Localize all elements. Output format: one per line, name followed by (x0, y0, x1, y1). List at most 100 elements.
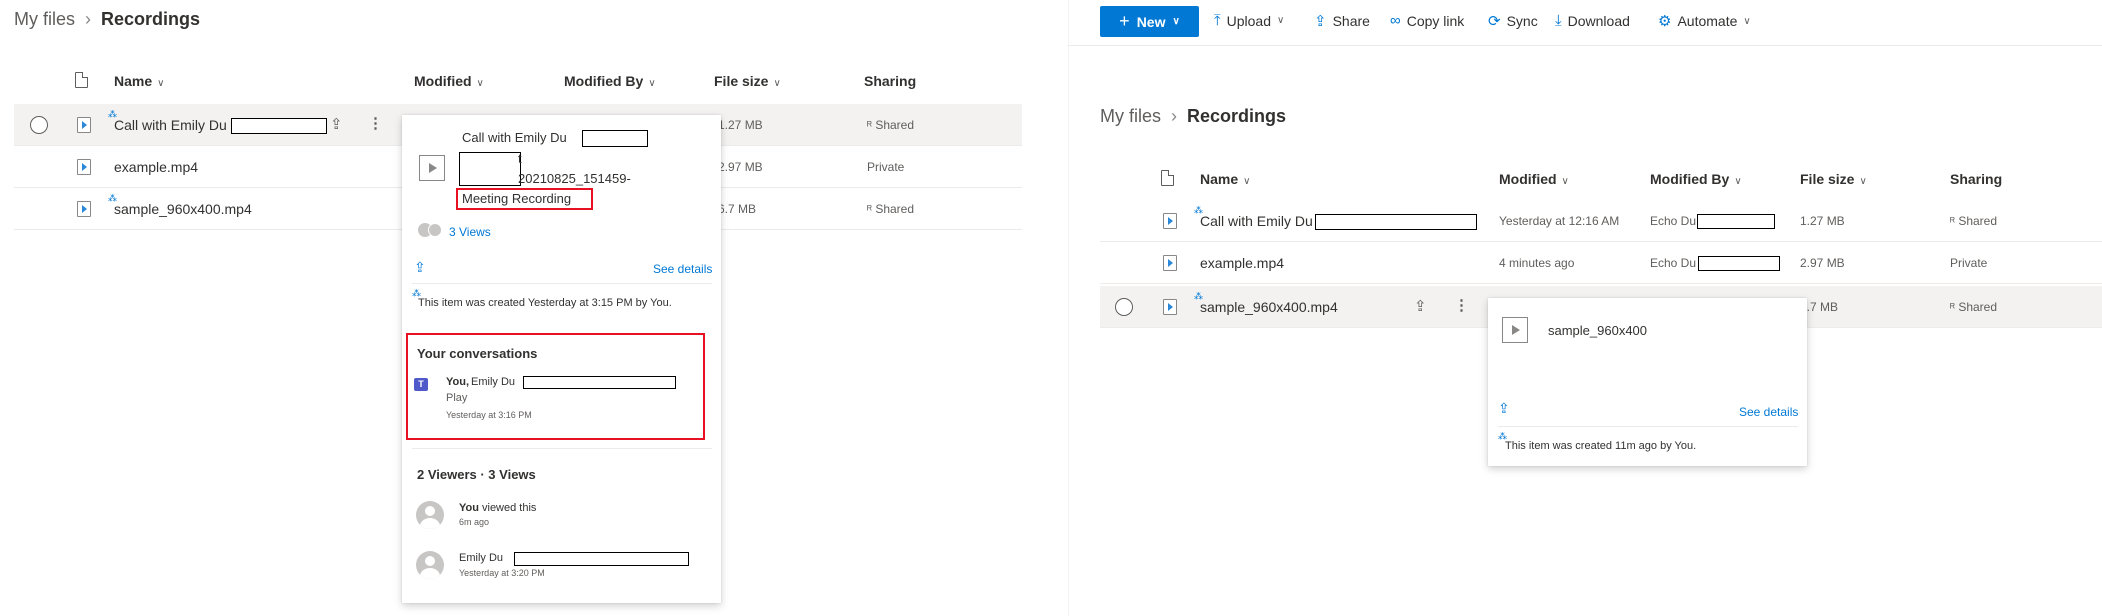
column-header-modified-by[interactable]: Modified By ∨ (564, 73, 656, 89)
file-name[interactable]: Call with Emily Du (114, 117, 227, 133)
column-header-name-label: Name (1200, 171, 1239, 187)
viewer-action: viewed this (482, 502, 537, 514)
card-title-line2: t (518, 151, 522, 166)
breadcrumb-root[interactable]: My files (1100, 106, 1161, 127)
plus-icon: + (1119, 11, 1130, 31)
share-icon[interactable]: ⇪ (1498, 400, 1510, 417)
modified-by: Echo Du (1650, 256, 1697, 270)
modified-date: Yesterday at 12:16 AM (1499, 214, 1620, 228)
column-header-name[interactable]: Name ∨ (1200, 171, 1250, 187)
card-title[interactable]: sample_960x400 (1548, 323, 1647, 338)
avatar (416, 551, 444, 579)
sharing-status-label: Shared (1958, 300, 1998, 314)
column-header-name[interactable]: Name ∨ (114, 73, 164, 89)
chevron-down-icon: ∨ (157, 78, 165, 89)
more-actions-icon[interactable]: ⋮ (368, 114, 383, 132)
table-row[interactable]: ⁂ Call with Emily Du Yesterday at 12:16 … (1100, 200, 2102, 242)
video-file-icon (1163, 299, 1177, 315)
file-name[interactable]: example.mp4 (114, 159, 198, 175)
share-icon[interactable]: ⇪ (330, 115, 343, 133)
avatar (416, 501, 444, 529)
sharing-status: ᴿ Shared (867, 118, 914, 132)
sync-icon: ⟳ (1488, 13, 1501, 30)
column-header-modified-by-label: Modified By (1650, 171, 1730, 187)
teams-icon: T (414, 378, 428, 391)
modified-by: Echo Du (1650, 214, 1697, 228)
automate-icon: ⚙ (1658, 13, 1672, 30)
upload-button[interactable]: ⤒ Upload ∨ (1214, 12, 1284, 29)
conversation-time: Yesterday at 3:16 PM (446, 410, 532, 420)
sharing-status: ᴿ Shared (867, 202, 914, 216)
conversations-title: Your conversations (417, 346, 538, 361)
breadcrumb-current: Recordings (1187, 106, 1287, 126)
share-label: Share (1332, 13, 1370, 29)
redacted-text (1697, 214, 1775, 229)
chevron-down-icon: ∨ (1859, 176, 1867, 187)
new-button[interactable]: + New ∨ (1100, 6, 1199, 37)
table-row[interactable]: example.mp4 4 minutes ago Echo Du 2.97 M… (1100, 242, 2102, 284)
more-actions-icon[interactable]: ⋮ (1454, 296, 1469, 314)
column-header-modified-by[interactable]: Modified By ∨ (1650, 171, 1742, 187)
share-icon: ⇪ (1314, 13, 1327, 30)
link-icon: ∞ (1390, 12, 1401, 29)
sharing-status: Private (1950, 256, 1988, 270)
file-name[interactable]: sample_960x400.mp4 (114, 201, 252, 217)
file-name[interactable]: sample_960x400.mp4 (1200, 299, 1338, 315)
new-button-label: New (1136, 13, 1166, 30)
card-title-line1[interactable]: Call with Emily Du (462, 130, 567, 145)
sync-label: Sync (1506, 13, 1538, 29)
row-select-radio[interactable] (30, 116, 48, 134)
modified-date: 4 minutes ago (1499, 256, 1575, 270)
download-icon: ⤓ (1555, 12, 1562, 29)
file-name[interactable]: example.mp4 (1200, 255, 1284, 271)
redacted-text (1698, 256, 1780, 271)
chevron-down-icon: ∨ (1743, 15, 1751, 27)
copy-link-button[interactable]: ∞ Copy link (1390, 12, 1464, 29)
breadcrumb-root[interactable]: My files (14, 9, 75, 30)
column-header-file-size[interactable]: File size ∨ (1800, 171, 1867, 187)
share-icon[interactable]: ⇪ (414, 259, 426, 276)
share-icon[interactable]: ⇪ (1414, 297, 1427, 315)
automate-button[interactable]: ⚙ Automate ∨ (1658, 12, 1751, 30)
column-header-modified[interactable]: Modified ∨ (414, 73, 484, 89)
video-thumbnail-icon (419, 155, 445, 181)
redacted-text (231, 118, 327, 134)
file-type-header-icon[interactable] (75, 72, 88, 88)
sync-button[interactable]: ⟳ Sync (1488, 12, 1538, 30)
redacted-text (1315, 214, 1477, 230)
conversation-action[interactable]: Play (446, 392, 467, 404)
column-header-sharing[interactable]: Sharing (864, 73, 916, 89)
upload-label: Upload (1226, 12, 1272, 29)
file-hover-card: sample_960x400 ⇪ See details ⁂ This item… (1488, 298, 1807, 466)
column-header-sharing-label: Sharing (864, 73, 917, 89)
views-link[interactable]: 3 Views (449, 225, 491, 239)
file-size: 6.7 MB (718, 202, 757, 216)
row-select-radio[interactable] (1115, 298, 1133, 316)
breadcrumb: My files › Recordings (14, 9, 200, 30)
column-header-sharing[interactable]: Sharing (1950, 171, 2002, 187)
file-type-header-icon[interactable] (1161, 170, 1174, 186)
column-header-modified[interactable]: Modified ∨ (1499, 171, 1569, 187)
breadcrumb-separator: › (85, 9, 92, 29)
file-name[interactable]: Call with Emily Du (1200, 213, 1313, 229)
divider (412, 448, 712, 449)
see-details-link[interactable]: See details (653, 262, 712, 276)
download-label: Download (1567, 12, 1630, 29)
chevron-down-icon: ∨ (1277, 15, 1285, 26)
viewer-name: Emily Du (459, 552, 504, 564)
people-icon: ᴿ (867, 120, 872, 132)
share-button[interactable]: ⇪ Share (1314, 12, 1370, 30)
viewer-time: Yesterday at 3:20 PM (459, 568, 545, 578)
column-header-file-size[interactable]: File size ∨ (714, 73, 781, 89)
video-thumbnail-icon (1502, 317, 1528, 343)
people-icon: ᴿ (1950, 302, 1955, 314)
viewer-time: 6m ago (459, 517, 490, 527)
download-button[interactable]: ⤓ Download (1555, 12, 1630, 29)
redacted-text (459, 152, 521, 186)
column-header-sharing-label: Sharing (1950, 171, 2003, 187)
chevron-down-icon: ∨ (1561, 176, 1569, 187)
see-details-link[interactable]: See details (1739, 405, 1798, 419)
copy-link-label: Copy link (1406, 12, 1465, 29)
conversation-participant: Emily Du (471, 376, 516, 388)
sharing-status-label: Shared (875, 202, 915, 216)
